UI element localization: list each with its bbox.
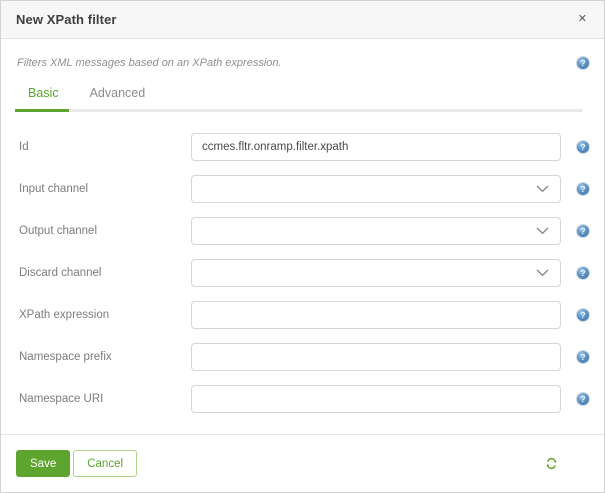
field-label: Namespace prefix (19, 351, 112, 363)
xpath-expression-field-row: XPath expression ? (16, 301, 589, 329)
id-input[interactable] (191, 133, 561, 161)
output-channel-select[interactable] (191, 217, 561, 245)
help-icon[interactable]: ? (577, 183, 589, 195)
help-icon[interactable]: ? (577, 225, 589, 237)
field-label: Output channel (19, 225, 98, 237)
discard-channel-select[interactable] (191, 259, 561, 287)
help-icon[interactable]: ? (577, 351, 589, 363)
close-icon[interactable]: ✕ (576, 12, 589, 27)
help-icon[interactable]: ? (577, 393, 589, 405)
help-icon[interactable]: ? (577, 309, 589, 321)
save-button[interactable]: Save (16, 450, 71, 477)
tabs-underline (15, 109, 582, 112)
input-channel-select[interactable] (191, 175, 561, 203)
field-label: Discard channel (19, 267, 102, 279)
input-channel-field-row: Input channel ? (16, 175, 589, 203)
namespace-prefix-field-row: Namespace prefix ? (16, 343, 589, 371)
basic-tab-form: Id ? Input channel ? Output channel ? (1, 133, 604, 427)
field-label: Namespace URI (19, 393, 104, 405)
chevron-down-icon (536, 185, 549, 193)
refresh-icon[interactable] (545, 457, 558, 470)
dialog-footer: Save Cancel (1, 434, 604, 477)
tab-advanced[interactable]: Advanced (90, 86, 146, 109)
discard-channel-field-row: Discard channel ? (16, 259, 589, 287)
id-field-row: Id ? (16, 133, 589, 161)
xpath-expression-input[interactable] (191, 301, 561, 329)
namespace-uri-field-row: Namespace URI ? (16, 385, 589, 413)
new-xpath-filter-dialog: New XPath filter ✕ Filters XML messages … (0, 0, 605, 493)
tab-basic[interactable]: Basic (28, 86, 59, 109)
namespace-prefix-input[interactable] (191, 343, 561, 371)
field-label: XPath expression (19, 309, 110, 321)
help-icon[interactable]: ? (577, 267, 589, 279)
dialog-title: New XPath filter (16, 12, 117, 27)
active-tab-indicator (15, 109, 69, 112)
dialog-header: New XPath filter ✕ (1, 1, 604, 39)
field-label: Id (19, 141, 29, 153)
cancel-button[interactable]: Cancel (73, 450, 138, 477)
help-icon[interactable]: ? (577, 141, 589, 153)
dialog-description: Filters XML messages based on an XPath e… (17, 57, 282, 69)
output-channel-field-row: Output channel ? (16, 217, 589, 245)
namespace-uri-input[interactable] (191, 385, 561, 413)
field-label: Input channel (19, 183, 89, 195)
help-icon[interactable]: ? (577, 57, 589, 69)
chevron-down-icon (536, 227, 549, 235)
description-row: Filters XML messages based on an XPath e… (1, 57, 604, 69)
tab-bar: Basic Advanced (1, 86, 604, 109)
chevron-down-icon (536, 269, 549, 277)
